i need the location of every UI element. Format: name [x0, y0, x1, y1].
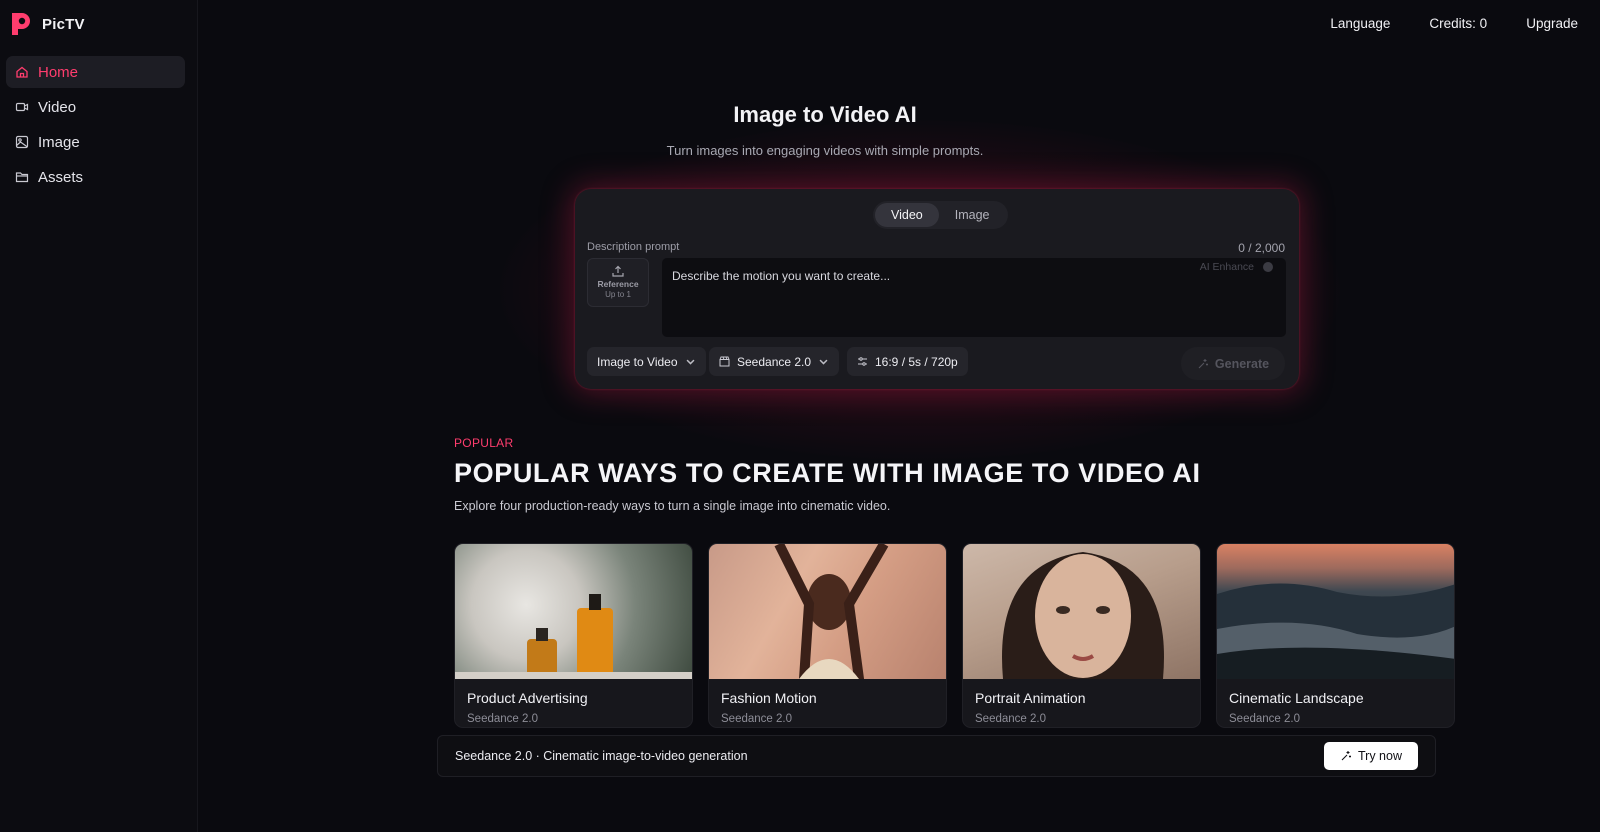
card-title: Portrait Animation: [975, 690, 1086, 706]
card-title: Product Advertising: [467, 690, 588, 706]
chevron-down-icon: [819, 359, 828, 365]
language-button[interactable]: Language: [1330, 16, 1390, 31]
upgrade-button[interactable]: Upgrade: [1526, 16, 1578, 31]
reference-upload-button[interactable]: Reference Up to 1: [587, 258, 649, 307]
pictv-logo-icon: [10, 11, 32, 37]
sliders-icon: [858, 357, 867, 366]
popular-cards: Product Advertising Seedance 2.0 Fashion…: [454, 543, 1455, 728]
card-portrait-animation[interactable]: Portrait Animation Seedance 2.0: [962, 543, 1201, 728]
sidebar-item-label: Assets: [38, 168, 84, 186]
page-subtitle-text: Turn images into engaging videos with si…: [666, 143, 984, 158]
page-subtitle: Turn images into engaging videos with si…: [0, 143, 1600, 158]
top-bar: Language Credits: 0 Upgrade: [1330, 16, 1578, 31]
chevron-down-icon: [686, 359, 694, 365]
ai-enhance-toggle[interactable]: AI Enhance: [1200, 261, 1273, 273]
promo-banner: Seedance 2.0 · Cinematic image-to-video …: [437, 735, 1436, 777]
sidebar-item-label: Home: [38, 63, 79, 81]
card-fashion-motion[interactable]: Fashion Motion Seedance 2.0: [708, 543, 947, 728]
mode-tabs: Video Image: [873, 201, 1008, 229]
upload-icon: [612, 265, 624, 277]
generate-button-label: Generate: [1214, 356, 1270, 371]
video-settings-button[interactable]: 16:9 / 5s / 720p: [847, 347, 968, 376]
prompt-input[interactable]: [662, 258, 1286, 337]
credits-indicator[interactable]: Credits: 0: [1429, 16, 1487, 31]
app-name: PicTV: [42, 15, 85, 33]
card-cinematic-landscape[interactable]: Cinematic Landscape Seedance 2.0: [1216, 543, 1455, 728]
model-select-label: Seedance 2.0: [737, 354, 812, 369]
reference-limit: Up to 1: [605, 290, 631, 299]
try-now-label: Try now: [1358, 749, 1402, 763]
card-thumbnail-landscape: [1217, 544, 1454, 679]
toggle-switch-icon: [1263, 262, 1273, 272]
composer-card: Video Image Description prompt 0 / 2,000…: [575, 189, 1299, 389]
section-subtitle: Explore four production-ready ways to tu…: [454, 499, 891, 513]
page-title-text: Image to Video AI: [733, 102, 917, 127]
card-model: Seedance 2.0: [721, 713, 792, 725]
card-model: Seedance 2.0: [467, 713, 538, 725]
prompt-label: Description prompt: [587, 241, 680, 253]
reference-label: Reference: [597, 279, 639, 289]
card-title: Fashion Motion: [721, 690, 817, 706]
character-counter: 0 / 2,000: [1238, 241, 1285, 255]
folder-icon: [15, 170, 29, 184]
tab-video[interactable]: Video: [875, 203, 939, 227]
sparkle-icon: [1198, 358, 1208, 368]
mode-select-label: Image to Video: [597, 354, 678, 369]
card-thumbnail-perfume: [455, 544, 692, 679]
tab-image[interactable]: Image: [939, 203, 1006, 227]
sparkle-icon: [1341, 751, 1351, 761]
card-model: Seedance 2.0: [975, 713, 1046, 725]
video-settings-label: 16:9 / 5s / 720p: [875, 354, 958, 369]
section-title: POPULAR WAYS TO CREATE WITH IMAGE TO VID…: [454, 458, 1201, 488]
section-eyebrow: POPULAR: [454, 436, 514, 450]
card-thumbnail-fashion: [709, 544, 946, 679]
card-title: Cinematic Landscape: [1229, 690, 1364, 706]
sidebar-item-assets[interactable]: Assets: [6, 161, 185, 193]
generate-button[interactable]: Generate: [1181, 347, 1285, 380]
sidebar-item-home[interactable]: Home: [6, 56, 185, 88]
card-product-advertising[interactable]: Product Advertising Seedance 2.0: [454, 543, 693, 728]
card-thumbnail-portrait: [963, 544, 1200, 679]
app-logo[interactable]: PicTV: [10, 11, 85, 37]
model-select[interactable]: Seedance 2.0: [709, 347, 840, 376]
try-now-button[interactable]: Try now: [1324, 742, 1418, 770]
page-title: Image to Video AI: [0, 102, 1600, 128]
ai-enhance-label: AI Enhance: [1199, 261, 1254, 273]
promo-banner-text: Seedance 2.0 · Cinematic image-to-video …: [455, 749, 748, 763]
card-model: Seedance 2.0: [1229, 713, 1300, 725]
home-icon: [15, 65, 29, 79]
mode-select[interactable]: Image to Video: [587, 347, 706, 376]
clapperboard-icon: [719, 356, 730, 367]
